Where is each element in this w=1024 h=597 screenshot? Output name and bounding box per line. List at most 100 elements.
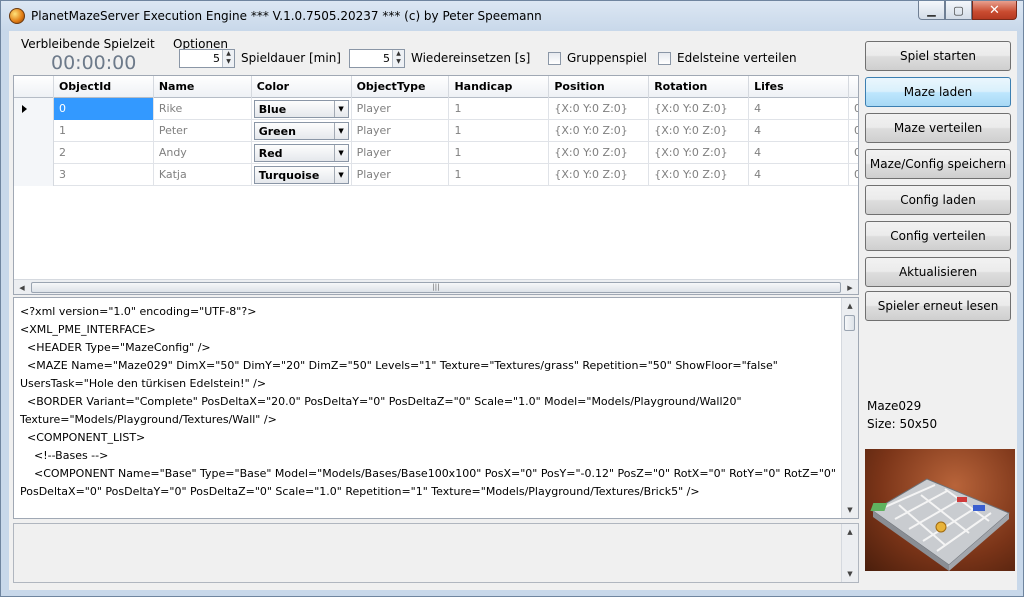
distribute-config-button[interactable]: Config verteilen (865, 221, 1011, 251)
color-combo-box[interactable]: Blue ▼ (253, 100, 349, 118)
cell-rotation[interactable]: {X:0 Y:0 Z:0} (649, 98, 750, 120)
respawn-stepper[interactable]: 5 ▲ ▼ (349, 49, 405, 68)
stepper-up-icon[interactable]: ▲ (393, 50, 404, 58)
cell-position[interactable]: {X:0 Y:0 Z:0} (549, 98, 650, 120)
scroll-down-icon[interactable]: ▼ (842, 502, 858, 518)
close-button[interactable]: ✕ (972, 1, 1017, 20)
cell-extra[interactable]: 0 (849, 142, 858, 164)
stepper-down-icon[interactable]: ▼ (393, 58, 404, 66)
color-combo-box[interactable]: Green ▼ (253, 122, 349, 140)
title-bar[interactable]: PlanetMazeServer Execution Engine *** V.… (1, 1, 1023, 31)
scroll-right-icon[interactable]: ▶ (842, 280, 858, 294)
maximize-button[interactable]: ▢ (945, 1, 972, 20)
cell-object-id[interactable]: 1 (54, 120, 154, 142)
duration-value: 5 (213, 52, 220, 65)
column-header[interactable]: Name (154, 76, 252, 98)
cell-object-id[interactable]: 3 (54, 164, 154, 186)
log-vertical-scrollbar[interactable]: ▲ ▼ (841, 524, 858, 582)
duration-stepper[interactable]: 5 ▲ ▼ (179, 49, 235, 68)
save-maze-config-button[interactable]: Maze/Config speichern (865, 149, 1011, 179)
color-combo-box[interactable]: Turquoise ▼ (253, 166, 349, 184)
cell-name[interactable]: Rike (154, 98, 252, 120)
maze-size-label: Size: 50x50 (867, 417, 938, 431)
column-header[interactable]: Handicap (449, 76, 550, 98)
cell-handicap[interactable]: 1 (449, 164, 550, 186)
respawn-stepper-arrows[interactable]: ▲ ▼ (392, 50, 404, 67)
cell-object-type[interactable]: Player (352, 98, 450, 120)
chevron-down-icon[interactable]: ▼ (333, 101, 348, 117)
cell-extra[interactable]: 0 (849, 98, 858, 120)
row-header[interactable] (14, 120, 54, 142)
load-maze-button[interactable]: Maze laden (865, 77, 1011, 107)
chevron-down-icon[interactable]: ▼ (333, 145, 348, 161)
minimize-button[interactable]: ▁ (918, 1, 945, 20)
table-row[interactable]: 1 Peter Green ▼ Player 1 {X:0 Y:0 Z:0} {X… (14, 120, 858, 142)
column-header[interactable]: Color (252, 76, 352, 98)
minimize-icon: ▁ (927, 3, 936, 17)
cell-lifes[interactable]: 4 (749, 164, 849, 186)
chevron-down-icon[interactable]: ▼ (333, 123, 348, 139)
players-grid: ObjectId Name Color ObjectType Handicap … (13, 75, 859, 295)
row-header[interactable] (14, 98, 54, 120)
scroll-thumb[interactable]: ||| (31, 282, 841, 293)
cell-rotation[interactable]: {X:0 Y:0 Z:0} (649, 164, 750, 186)
gems-checkbox[interactable] (658, 52, 671, 65)
reread-players-button[interactable]: Spieler erneut lesen (865, 291, 1011, 321)
color-combo-box[interactable]: Red ▼ (253, 144, 349, 162)
group-game-checkbox[interactable] (548, 52, 561, 65)
cell-position[interactable]: {X:0 Y:0 Z:0} (549, 164, 650, 186)
column-header[interactable]: ObjectType (352, 76, 450, 98)
scroll-up-icon[interactable]: ▲ (842, 524, 858, 540)
row-header[interactable] (14, 142, 54, 164)
cell-lifes[interactable]: 4 (749, 142, 849, 164)
stepper-down-icon[interactable]: ▼ (223, 58, 234, 66)
column-header[interactable]: Lifes (749, 76, 849, 98)
cell-handicap[interactable]: 1 (449, 98, 550, 120)
cell-color-combo[interactable]: Turquoise ▼ (252, 164, 352, 186)
refresh-button[interactable]: Aktualisieren (865, 257, 1011, 287)
stepper-up-icon[interactable]: ▲ (223, 50, 234, 58)
column-header[interactable]: Position (549, 76, 650, 98)
cell-color-combo[interactable]: Blue ▼ (252, 98, 352, 120)
cell-extra[interactable]: 0 (849, 164, 858, 186)
scroll-left-icon[interactable]: ◀ (14, 280, 30, 294)
scroll-up-icon[interactable]: ▲ (842, 298, 858, 314)
xml-vertical-scrollbar[interactable]: ▲ ▼ (841, 298, 858, 518)
cell-lifes[interactable]: 4 (749, 98, 849, 120)
scroll-thumb[interactable] (844, 315, 855, 331)
column-header[interactable]: ObjectId (54, 76, 154, 98)
xml-config-textbox[interactable]: <?xml version="1.0" encoding="UTF-8"?> <… (13, 297, 859, 519)
column-header[interactable]: Rotation (649, 76, 750, 98)
cell-handicap[interactable]: 1 (449, 142, 550, 164)
table-row[interactable]: 3 Katja Turquoise ▼ Player 1 {X:0 Y:0 Z:0… (14, 164, 858, 186)
table-row[interactable]: 0 Rike Blue ▼ Player 1 {X:0 Y:0 Z:0} {X:0… (14, 98, 858, 120)
cell-object-type[interactable]: Player (352, 142, 450, 164)
log-textbox[interactable]: ▲ ▼ (13, 523, 859, 583)
cell-object-type[interactable]: Player (352, 164, 450, 186)
cell-extra[interactable]: 0 (849, 120, 858, 142)
table-row[interactable]: 2 Andy Red ▼ Player 1 {X:0 Y:0 Z:0} {X:0 … (14, 142, 858, 164)
cell-handicap[interactable]: 1 (449, 120, 550, 142)
cell-object-id[interactable]: 2 (54, 142, 154, 164)
scroll-down-icon[interactable]: ▼ (842, 566, 858, 582)
cell-object-type[interactable]: Player (352, 120, 450, 142)
distribute-maze-button[interactable]: Maze verteilen (865, 113, 1011, 143)
cell-color-combo[interactable]: Green ▼ (252, 120, 352, 142)
cell-name[interactable]: Peter (154, 120, 252, 142)
duration-stepper-arrows[interactable]: ▲ ▼ (222, 50, 234, 67)
grid-horizontal-scrollbar[interactable]: ◀ ||| ▶ (14, 279, 858, 294)
start-game-button[interactable]: Spiel starten (865, 41, 1011, 71)
cell-rotation[interactable]: {X:0 Y:0 Z:0} (649, 120, 750, 142)
cell-name[interactable]: Andy (154, 142, 252, 164)
cell-name[interactable]: Katja (154, 164, 252, 186)
cell-lifes[interactable]: 4 (749, 120, 849, 142)
chevron-down-icon[interactable]: ▼ (333, 167, 348, 183)
xml-line: <!--Bases --> (20, 449, 109, 462)
cell-position[interactable]: {X:0 Y:0 Z:0} (549, 142, 650, 164)
cell-color-combo[interactable]: Red ▼ (252, 142, 352, 164)
load-config-button[interactable]: Config laden (865, 185, 1011, 215)
row-header[interactable] (14, 164, 54, 186)
cell-position[interactable]: {X:0 Y:0 Z:0} (549, 120, 650, 142)
cell-object-id[interactable]: 0 (53, 98, 154, 120)
cell-rotation[interactable]: {X:0 Y:0 Z:0} (649, 142, 750, 164)
